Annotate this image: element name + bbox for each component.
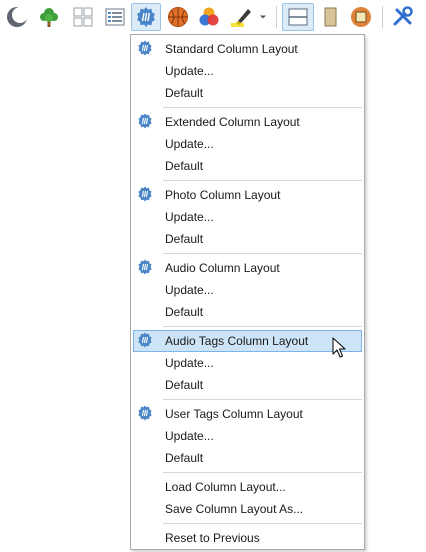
highlighter-button[interactable] [228,3,254,31]
menu-item-audio-tags-column-layout[interactable]: Audio Tags Column Layout [133,330,362,352]
menu-item-update[interactable]: Update... [133,279,362,301]
tools-button[interactable] [390,3,416,31]
menu-item-update[interactable]: Update... [133,133,362,155]
basketball-icon [168,7,188,27]
menu-item-load-column-layout[interactable]: Load Column Layout... [133,476,362,498]
menu-item-audio-column-layout[interactable]: Audio Column Layout [133,257,362,279]
menu-item-reset-to-previous[interactable]: Reset to Previous [133,527,362,549]
menu-item-label: Update... [165,429,214,443]
toolbar-separator [382,6,383,28]
frame-button[interactable] [348,3,374,31]
menu-item-label: Standard Column Layout [165,42,298,56]
menu-item-label: Extended Column Layout [165,115,300,129]
menu-item-update[interactable]: Update... [133,352,362,374]
moon-button[interactable] [4,3,30,31]
color-circles-button[interactable] [196,3,222,31]
menu-item-default[interactable]: Default [133,447,362,469]
column-layout-icon [138,40,152,56]
menu-separator [163,253,362,254]
tools-icon [393,6,413,26]
menu-item-extended-column-layout[interactable]: Extended Column Layout [133,111,362,133]
horizontal-split-button[interactable] [282,3,314,31]
menu-item-default[interactable]: Default [133,301,362,323]
menu-separator [163,326,362,327]
menu-separator [163,472,362,473]
column-layout-icon [138,332,152,348]
menu-item-default[interactable]: Default [133,82,362,104]
menu-item-label: Default [165,86,204,100]
details-view-button[interactable] [102,3,128,31]
column-layout-icon [138,113,152,129]
menu-item-user-tags-column-layout[interactable]: User Tags Column Layout [133,403,362,425]
menu-item-save-column-layout-as[interactable]: Save Column Layout As... [133,498,362,520]
menu-item-label: Default [165,232,204,246]
menu-item-default[interactable]: Default [133,155,362,177]
column-layout-button[interactable] [131,3,161,31]
menu-item-label: Photo Column Layout [165,188,281,202]
toolbar [0,0,426,34]
chevron-down-icon [260,15,266,19]
column-layout-menu: Standard Column Layout Update... Default… [130,34,365,550]
menu-item-label: User Tags Column Layout [165,407,303,421]
menu-item-label: Default [165,451,204,465]
menu-item-label: Load Column Layout... [165,480,286,494]
highlighter-icon [231,9,251,27]
mouse-pointer-icon [332,337,346,358]
grid-button[interactable] [70,3,96,31]
tree-icon [40,8,58,27]
color-circles-icon [199,7,219,26]
menu-item-label: Update... [165,283,214,297]
menu-item-label: Update... [165,210,214,224]
menu-item-label: Default [165,159,204,173]
menu-separator [163,107,362,108]
details-view-icon [105,8,125,26]
column-layout-icon [137,7,155,27]
column-layout-icon [138,186,152,202]
menu-item-label: Update... [165,356,214,370]
menu-item-label: Default [165,305,204,319]
menu-item-label: Audio Column Layout [165,261,280,275]
menu-item-label: Save Column Layout As... [165,502,304,516]
horizontal-split-icon [288,8,308,26]
menu-separator [163,180,362,181]
menu-item-update[interactable]: Update... [133,425,362,447]
menu-separator [163,523,362,524]
menu-item-label: Default [165,378,204,392]
menu-item-update[interactable]: Update... [133,206,362,228]
grid-icon [73,7,93,27]
moon-icon [7,7,28,27]
frame-icon [351,7,371,27]
menu-item-default[interactable]: Default [133,228,362,250]
menu-item-standard-column-layout[interactable]: Standard Column Layout [133,38,362,60]
basketball-button[interactable] [165,3,191,31]
menu-item-default[interactable]: Default [133,374,362,396]
menu-item-label: Update... [165,137,214,151]
menu-item-label: Update... [165,64,214,78]
column-layout-icon [138,405,152,421]
toolbar-separator [276,6,277,28]
menu-item-photo-column-layout[interactable]: Photo Column Layout [133,184,362,206]
preview-pane-icon [324,7,337,27]
menu-item-label: Audio Tags Column Layout [165,334,309,348]
menu-item-label: Reset to Previous [165,531,260,545]
tree-button[interactable] [36,3,62,31]
menu-separator [163,399,362,400]
highlighter-dropdown-button[interactable] [256,3,270,31]
preview-pane-button[interactable] [317,3,343,31]
menu-item-update[interactable]: Update... [133,60,362,82]
column-layout-icon [138,259,152,275]
